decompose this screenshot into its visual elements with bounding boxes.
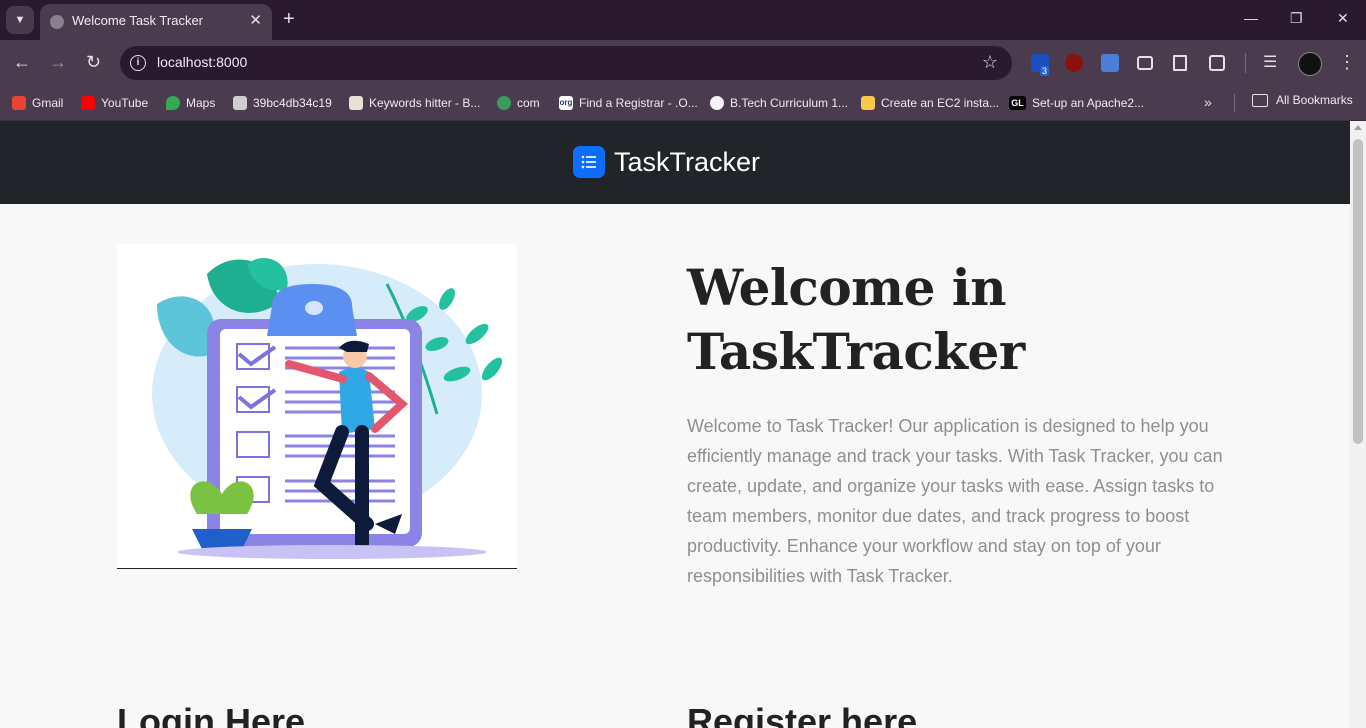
navbar-brand[interactable]: TaskTracker xyxy=(573,146,760,178)
globe-icon xyxy=(50,15,64,29)
bookmark-39bc4db34c19[interactable]: 39bc4db34c19 xyxy=(233,93,332,113)
task-list-icon xyxy=(573,146,605,178)
bookmark-keywords-hitter[interactable]: Keywords hitter - B... xyxy=(349,93,480,113)
login-section-title: Login Here xyxy=(117,701,306,728)
bookmark-label: Gmail xyxy=(32,96,64,110)
trash-extension-icon[interactable] xyxy=(1173,55,1187,71)
bookmark-btech-curriculum[interactable]: B.Tech Curriculum 1... xyxy=(710,93,848,113)
bookmark-favicon xyxy=(861,96,875,110)
media-control-icon[interactable]: ☰ xyxy=(1263,52,1277,72)
bookmark-label: Keywords hitter - B... xyxy=(369,96,481,110)
more-bookmarks-icon[interactable]: » xyxy=(1204,94,1212,110)
bookmark-create-ec2[interactable]: Create an EC2 insta... xyxy=(861,93,999,113)
browser-toolbar: ← → ↻ i localhost:8000 ☆ 3 ☰ ⋮ xyxy=(0,40,1366,86)
extension-badge: 3 xyxy=(1040,66,1050,76)
bookmark-favicon xyxy=(349,96,363,110)
org-icon: org xyxy=(559,96,573,110)
bookmark-label: Maps xyxy=(186,96,216,110)
bookmark-label: B.Tech Curriculum 1... xyxy=(730,96,849,110)
tab-title: Welcome Task Tracker xyxy=(72,13,204,28)
tab-strip: ▼ Welcome Task Tracker ✕ + — ❐ ✕ xyxy=(0,0,1366,40)
close-icon[interactable]: ✕ xyxy=(249,11,262,29)
new-tab-button[interactable]: + xyxy=(283,8,295,30)
picture-in-picture-icon[interactable] xyxy=(1137,56,1153,70)
bookmark-label: Find a Registrar - .O... xyxy=(579,96,698,110)
scroll-up-arrow-icon[interactable] xyxy=(1354,125,1362,130)
hero-title: Welcome in TaskTracker xyxy=(687,258,1025,381)
bookmark-com[interactable]: com xyxy=(497,93,540,113)
minimize-icon[interactable]: — xyxy=(1244,10,1258,26)
bookmark-favicon xyxy=(710,96,724,110)
page-content: TaskTracker Welcome in TaskTracker Welco… xyxy=(0,121,1350,728)
url-text: localhost:8000 xyxy=(157,54,248,70)
hero-illustration xyxy=(117,244,517,569)
forward-button[interactable]: → xyxy=(49,52,67,72)
bookmark-label: 39bc4db34c19 xyxy=(253,96,332,110)
gmail-icon xyxy=(12,96,26,110)
chevron-down-icon: ▼ xyxy=(14,14,26,26)
translate-extension-icon[interactable] xyxy=(1101,54,1119,72)
bookmark-label: YouTube xyxy=(101,96,149,110)
bookmark-find-registrar[interactable]: org Find a Registrar - .O... xyxy=(559,93,698,113)
browser-tab[interactable]: Welcome Task Tracker ✕ xyxy=(40,4,272,40)
folder-icon xyxy=(1252,93,1268,107)
bookmark-favicon xyxy=(233,96,247,110)
back-button[interactable]: ← xyxy=(13,52,31,72)
hero-description: Welcome to Task Tracker! Our application… xyxy=(687,416,1223,586)
globe-icon xyxy=(497,96,511,110)
site-info-icon[interactable]: i xyxy=(130,55,146,71)
bookmark-label: Create an EC2 insta... xyxy=(881,96,1000,110)
reload-button[interactable]: ↻ xyxy=(86,52,101,72)
puzzle-extensions-icon[interactable] xyxy=(1209,55,1225,71)
profile-avatar[interactable] xyxy=(1298,52,1322,76)
scrollbar-thumb[interactable] xyxy=(1353,139,1363,444)
bookmark-star-icon[interactable]: ☆ xyxy=(982,52,998,73)
gl-icon: GL xyxy=(1009,96,1026,110)
all-bookmarks-button[interactable]: All Bookmarks xyxy=(1252,93,1353,107)
bookmark-gmail[interactable]: Gmail xyxy=(12,93,63,113)
tab-search-button[interactable]: ▼ xyxy=(6,6,34,34)
site-navbar: TaskTracker xyxy=(0,121,1350,204)
all-bookmarks-label: All Bookmarks xyxy=(1276,93,1353,107)
bookmark-label: com xyxy=(517,96,540,110)
more-menu-icon[interactable]: ⋮ xyxy=(1338,52,1356,73)
page-scrollbar[interactable] xyxy=(1350,121,1366,728)
toolbar-divider xyxy=(1245,53,1246,73)
register-section-title: Register here xyxy=(687,701,918,728)
ublock-extension-icon[interactable] xyxy=(1065,54,1083,72)
bookmark-apache2[interactable]: GL Set-up an Apache2... xyxy=(1009,93,1144,113)
bookmarks-divider xyxy=(1234,94,1235,112)
bookmark-maps[interactable]: Maps xyxy=(166,93,215,113)
address-bar[interactable]: i localhost:8000 ☆ xyxy=(120,46,1012,80)
brand-name: TaskTracker xyxy=(614,146,761,177)
maps-icon xyxy=(166,96,180,110)
restore-icon[interactable]: ❐ xyxy=(1290,10,1303,27)
bookmarks-bar: Gmail YouTube Maps 39bc4db34c19 Keywords… xyxy=(0,86,1366,121)
youtube-icon xyxy=(81,96,95,110)
bookmark-youtube[interactable]: YouTube xyxy=(81,93,148,113)
bookmark-label: Set-up an Apache2... xyxy=(1032,96,1145,110)
close-window-icon[interactable]: ✕ xyxy=(1337,10,1349,27)
